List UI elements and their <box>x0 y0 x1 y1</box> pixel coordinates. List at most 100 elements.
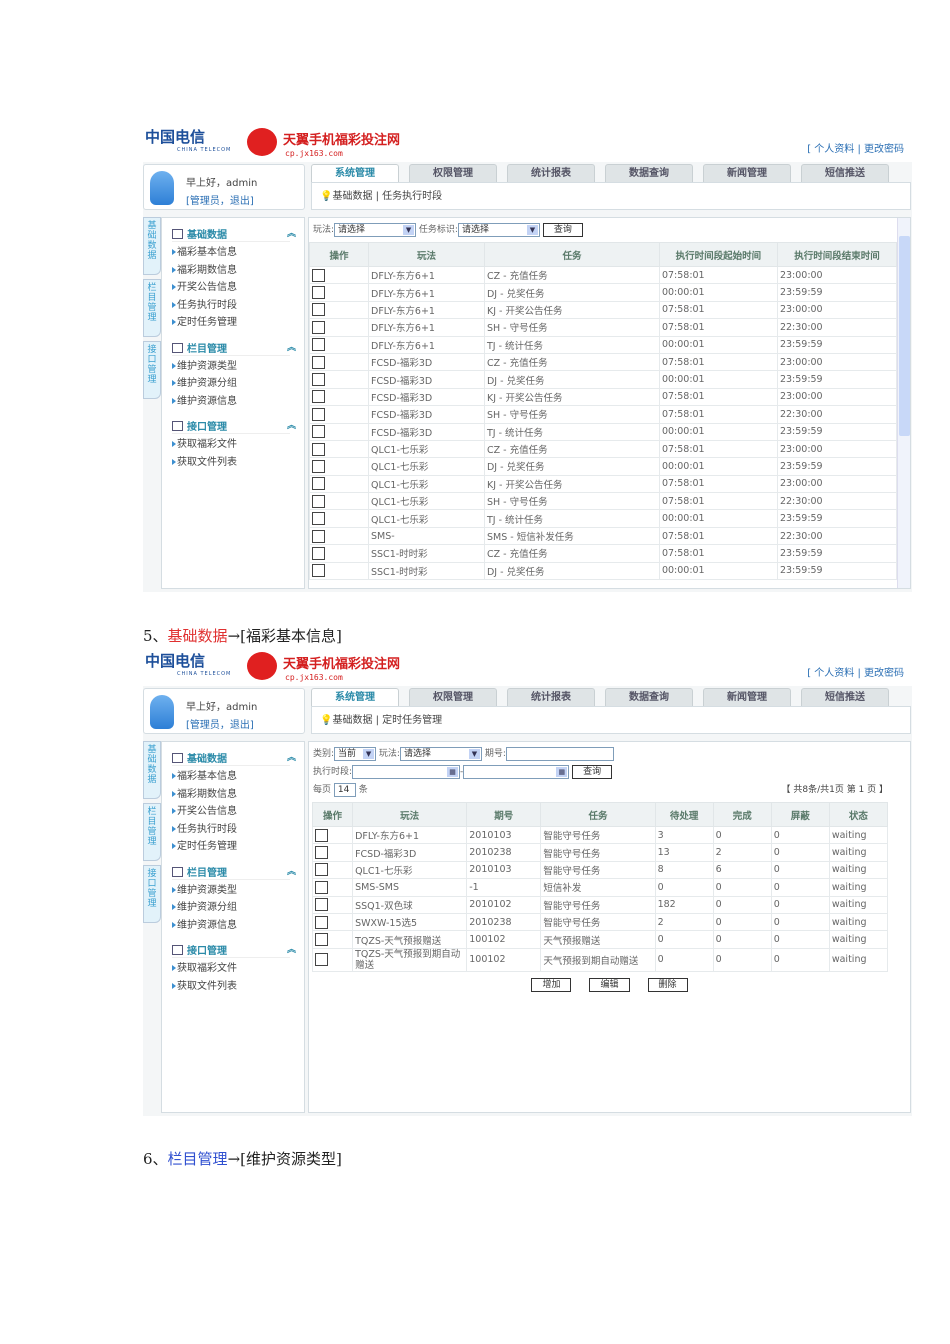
tab-2[interactable]: 统计报表 <box>507 688 595 706</box>
sidebar-item[interactable]: 福彩期数信息 <box>162 786 304 804</box>
sidebar-item[interactable]: 任务执行时段 <box>162 297 304 315</box>
vtab-1[interactable]: 栏目管理 <box>143 803 161 861</box>
row-checkbox[interactable] <box>315 846 328 860</box>
vtab-0[interactable]: 基础数据 <box>143 217 161 275</box>
sidebar-group[interactable]: 基础数据 ︽ <box>172 750 296 766</box>
collapse-icon[interactable]: ︽ <box>287 418 296 431</box>
delete-button[interactable]: 删除 <box>647 977 688 992</box>
row-checkbox[interactable] <box>315 828 328 842</box>
sidebar-item[interactable]: 维护资源类型 <box>162 882 304 900</box>
play-select[interactable]: 请选择 ▼ <box>334 222 417 237</box>
tab-4[interactable]: 新闻管理 <box>703 688 791 706</box>
play-select[interactable]: 请选择 ▼ <box>399 746 482 761</box>
row-checkbox[interactable] <box>312 546 325 560</box>
per-page-input[interactable]: 14 <box>333 782 356 797</box>
collapse-icon[interactable]: ︽ <box>287 942 296 955</box>
add-button[interactable]: 增加 <box>531 977 572 992</box>
row-checkbox[interactable] <box>312 390 325 404</box>
sidebar-item[interactable]: 获取文件列表 <box>162 978 304 996</box>
row-checkbox[interactable] <box>312 355 325 369</box>
vtab-0[interactable]: 基础数据 <box>143 741 161 799</box>
sidebar-item[interactable]: 福彩基本信息 <box>162 244 304 262</box>
start-time-input[interactable]: ▦ <box>352 764 461 779</box>
row-checkbox[interactable] <box>312 529 325 543</box>
vtab-2[interactable]: 接口管理 <box>143 341 161 399</box>
row-checkbox[interactable] <box>312 268 325 282</box>
sidebar-group[interactable]: 栏目管理 ︽ <box>172 340 296 356</box>
collapse-icon[interactable]: ︽ <box>287 340 296 353</box>
sidebar-item[interactable]: 获取福彩文件 <box>162 436 304 454</box>
tab-3[interactable]: 数据查询 <box>605 688 693 706</box>
row-checkbox[interactable] <box>315 933 328 947</box>
vtab-1[interactable]: 栏目管理 <box>143 279 161 337</box>
sidebar-item[interactable]: 维护资源信息 <box>162 917 304 935</box>
tab-5[interactable]: 短信推送 <box>801 688 889 706</box>
chevron-down-icon[interactable]: ▼ <box>526 224 538 235</box>
profile-links[interactable]: [ 个人资料 | 更改密码 <box>807 140 904 155</box>
task-select[interactable]: 请选择 ▼ <box>457 222 540 237</box>
row-checkbox[interactable] <box>312 373 325 387</box>
row-checkbox[interactable] <box>315 915 328 929</box>
scrollbar-thumb[interactable] <box>899 236 910 436</box>
sidebar-group[interactable]: 基础数据 ︽ <box>172 226 296 242</box>
caption-link[interactable]: 栏目管理 <box>168 1150 228 1168</box>
tab-1[interactable]: 权限管理 <box>409 164 497 182</box>
caption-link[interactable]: 基础数据 <box>168 627 228 645</box>
chevron-down-icon[interactable]: ▼ <box>363 748 375 759</box>
query-button[interactable]: 查询 <box>572 764 613 779</box>
row-checkbox[interactable] <box>312 494 325 508</box>
row-checkbox[interactable] <box>312 564 325 578</box>
row-checkbox[interactable] <box>312 338 325 352</box>
sidebar-item[interactable]: 福彩期数信息 <box>162 262 304 280</box>
role-logout-link[interactable]: [管理员，退出] <box>186 192 254 207</box>
vtab-2[interactable]: 接口管理 <box>143 865 161 923</box>
row-checkbox[interactable] <box>315 880 328 894</box>
sidebar-item[interactable]: 获取福彩文件 <box>162 960 304 978</box>
tab-3[interactable]: 数据查询 <box>605 164 693 182</box>
sidebar-item[interactable]: 开奖公告信息 <box>162 803 304 821</box>
row-checkbox[interactable] <box>312 286 325 300</box>
row-checkbox[interactable] <box>315 898 328 912</box>
row-checkbox[interactable] <box>312 407 325 421</box>
query-button[interactable]: 查询 <box>542 222 583 237</box>
row-checkbox[interactable] <box>315 953 328 967</box>
collapse-icon[interactable]: ︽ <box>287 750 296 763</box>
tab-4[interactable]: 新闻管理 <box>703 164 791 182</box>
collapse-icon[interactable]: ︽ <box>287 226 296 239</box>
calendar-icon[interactable]: ▦ <box>447 766 459 777</box>
tab-0[interactable]: 系统管理 <box>311 688 399 708</box>
sidebar-group[interactable]: 接口管理 ︽ <box>172 418 296 434</box>
row-checkbox[interactable] <box>312 442 325 456</box>
scrollbar[interactable] <box>897 218 910 588</box>
tab-2[interactable]: 统计报表 <box>507 164 595 182</box>
edit-button[interactable]: 编辑 <box>589 977 630 992</box>
sidebar-item[interactable]: 定时任务管理 <box>162 314 304 332</box>
sidebar-item[interactable]: 获取文件列表 <box>162 454 304 472</box>
chevron-down-icon[interactable]: ▼ <box>468 748 480 759</box>
sidebar-item[interactable]: 维护资源类型 <box>162 358 304 376</box>
sidebar-item[interactable]: 任务执行时段 <box>162 821 304 839</box>
sidebar-group[interactable]: 栏目管理 ︽ <box>172 864 296 880</box>
type-select[interactable]: 当前 ▼ <box>334 746 377 761</box>
sidebar-item[interactable]: 开奖公告信息 <box>162 279 304 297</box>
row-checkbox[interactable] <box>312 477 325 491</box>
sidebar-group[interactable]: 接口管理 ︽ <box>172 942 296 958</box>
row-checkbox[interactable] <box>312 512 325 526</box>
sidebar-item[interactable]: 福彩基本信息 <box>162 768 304 786</box>
sidebar-item[interactable]: 维护资源分组 <box>162 899 304 917</box>
tab-1[interactable]: 权限管理 <box>409 688 497 706</box>
row-checkbox[interactable] <box>312 459 325 473</box>
row-checkbox[interactable] <box>312 303 325 317</box>
issue-input[interactable] <box>505 746 614 761</box>
row-checkbox[interactable] <box>312 320 325 334</box>
sidebar-item[interactable]: 维护资源分组 <box>162 375 304 393</box>
profile-links[interactable]: [ 个人资料 | 更改密码 <box>807 664 904 679</box>
end-time-input[interactable]: ▦ <box>463 764 570 779</box>
sidebar-item[interactable]: 定时任务管理 <box>162 838 304 856</box>
role-logout-link[interactable]: [管理员，退出] <box>186 716 254 731</box>
tab-5[interactable]: 短信推送 <box>801 164 889 182</box>
collapse-icon[interactable]: ︽ <box>287 864 296 877</box>
tab-0[interactable]: 系统管理 <box>311 164 399 184</box>
sidebar-item[interactable]: 维护资源信息 <box>162 393 304 411</box>
row-checkbox[interactable] <box>315 863 328 877</box>
